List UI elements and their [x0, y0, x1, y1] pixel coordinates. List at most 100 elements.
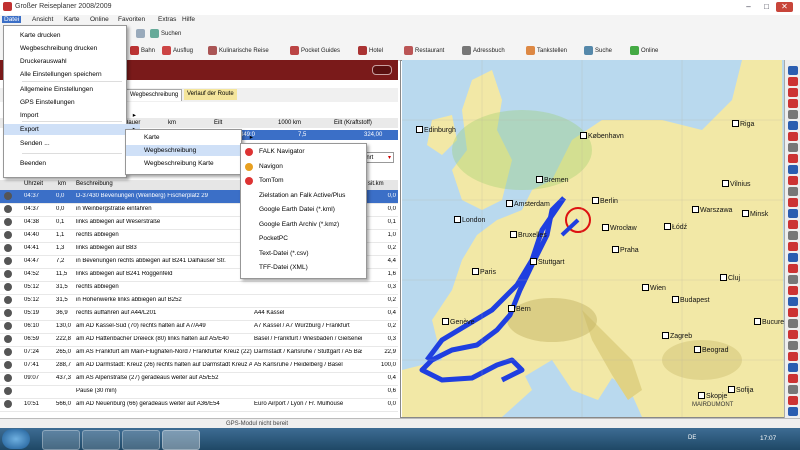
tb-adressbuch[interactable]: Adressbuch [462, 45, 505, 56]
map-tool-icon[interactable] [788, 264, 798, 273]
map-tool-icon[interactable] [788, 308, 798, 317]
tb-kulinarisch[interactable]: Kulinarische Reise [208, 45, 269, 56]
export-menu-item[interactable]: Karte ▸ [126, 132, 257, 143]
export-format-item[interactable]: PocketPC [241, 233, 382, 244]
table-row[interactable]: 05:12 31,5 rechts abbiegen 0,3 [0, 281, 398, 295]
export-format-item[interactable]: Google Earth Datei (*.kml) [241, 204, 382, 215]
datei-menu-item[interactable]: Wegbeschreibung drucken [4, 43, 140, 54]
tb-pocket-guides[interactable]: Pocket Guides [290, 45, 340, 56]
map-tool-icon[interactable] [788, 319, 798, 328]
datei-menu-item[interactable]: Allgemeine Einstellungen [4, 84, 140, 95]
city-label[interactable]: Vilnius [722, 180, 751, 188]
map-tool-icon[interactable] [788, 275, 798, 284]
language-indicator[interactable]: DE [688, 435, 696, 441]
city-label[interactable]: Minsk [742, 210, 768, 218]
menu-favoriten[interactable]: Favoriten [118, 16, 145, 23]
task-ie[interactable] [42, 430, 80, 450]
city-label[interactable]: Budapest [672, 296, 710, 304]
menu-extras[interactable]: Extras [158, 16, 176, 23]
export-format-item[interactable]: Text-Datei (*.csv) [241, 248, 382, 259]
city-label[interactable]: Łódź [664, 223, 687, 231]
map-tool-icon[interactable] [788, 330, 798, 339]
city-label[interactable]: Beograd [694, 346, 728, 354]
clock[interactable]: 17:07 [760, 435, 776, 442]
city-label[interactable]: Wien [642, 284, 666, 292]
map-tool-icon[interactable] [788, 187, 798, 196]
export-format-item[interactable]: FALK Navigator [241, 146, 382, 157]
city-label[interactable]: Amsterdam [506, 200, 550, 208]
map-tool-icon[interactable] [788, 165, 798, 174]
city-label[interactable]: Praha [612, 246, 639, 254]
datei-menu-item[interactable]: Beenden [4, 158, 140, 169]
city-label[interactable]: Bremen [536, 176, 569, 184]
map-tool-icon[interactable] [788, 66, 798, 75]
close-button[interactable]: ✕ [776, 2, 793, 12]
table-row[interactable]: 05:19 36,9 rechts auffahren auf A44/L201 A4… [0, 307, 398, 321]
tb-suche[interactable]: Suche [584, 45, 612, 56]
menu-datei[interactable]: Datei [2, 16, 22, 23]
menu-karte[interactable]: Karte [64, 16, 80, 23]
start-button[interactable] [2, 429, 30, 449]
map-tool-icon[interactable] [788, 132, 798, 141]
maximize-button[interactable]: □ [758, 2, 775, 12]
city-label[interactable]: Paris [472, 268, 496, 276]
tb-hotel[interactable]: Hotel [358, 45, 383, 56]
task-explorer[interactable] [82, 430, 120, 450]
tb-online[interactable]: Online [630, 45, 658, 56]
city-label[interactable]: Riga [732, 120, 754, 128]
city-label[interactable]: Bruxelles [510, 231, 547, 239]
datei-menu-item[interactable]: GPS Einstellungen [4, 97, 140, 108]
map-tool-icon[interactable] [788, 231, 798, 240]
city-label[interactable]: Sofija [728, 386, 754, 394]
table-row[interactable]: Pause (30 min) 0,6 [0, 385, 398, 399]
table-row[interactable]: 06:10 130,0 am AD Kassel-Süd (70) rechts h… [0, 320, 398, 334]
summary-row[interactable]: 349:0 7,5 324,00 [236, 130, 398, 140]
map-tool-icon[interactable] [788, 176, 798, 185]
collapse-toggle[interactable] [372, 65, 392, 75]
city-label[interactable]: Bern [508, 305, 531, 313]
city-label[interactable]: Genève [442, 318, 475, 326]
map-tool-icon[interactable] [788, 110, 798, 119]
map-tool-icon[interactable] [788, 88, 798, 97]
map-tool-icon[interactable] [788, 121, 798, 130]
city-label[interactable]: Wrocław [602, 224, 637, 232]
task-reiseplaner[interactable] [162, 430, 200, 450]
map-tool-icon[interactable] [788, 209, 798, 218]
tb-restaurant[interactable]: Restaurant [404, 45, 444, 56]
map-tool-icon[interactable] [788, 253, 798, 262]
tab-verlauf[interactable]: Verlauf der Route [184, 89, 237, 100]
table-row[interactable]: 09:07 437,3 am AS Alpenstraße (27) geradea… [0, 372, 398, 386]
tb-ausflug[interactable]: Ausflug [162, 45, 193, 56]
menu-online[interactable]: Online [90, 16, 109, 23]
map-tool-icon[interactable] [788, 363, 798, 372]
city-label[interactable]: Zagreb [662, 332, 692, 340]
map-tool-icon[interactable] [788, 407, 798, 416]
datei-menu-item[interactable]: Karte drucken [4, 30, 140, 41]
map-tool-icon[interactable] [788, 286, 798, 295]
task-firefox[interactable] [122, 430, 160, 450]
export-menu-item[interactable]: Wegbeschreibung Karte▸ [126, 158, 257, 169]
map-tool-icon[interactable] [788, 220, 798, 229]
city-label[interactable]: London [454, 216, 485, 224]
map-tool-icon[interactable] [788, 99, 798, 108]
export-format-item[interactable]: TFF-Datei (XML) [241, 262, 382, 273]
map-tool-icon[interactable] [788, 198, 798, 207]
map-tool-icon[interactable] [788, 143, 798, 152]
datei-menu-item[interactable]: Import ▸ [4, 110, 140, 121]
table-row[interactable]: 07:24 265,0 am AS Frankfurt am Main-Flugha… [0, 346, 398, 360]
city-label[interactable]: Edinburgh [416, 126, 456, 134]
city-label[interactable]: Stuttgart [530, 258, 564, 266]
city-label[interactable]: København [580, 132, 624, 140]
table-row[interactable]: 07:41 288,7 am AD Darmstadt: Kreuz (26) re… [0, 359, 398, 373]
search-button[interactable]: Suchen [150, 28, 181, 39]
map-tool-icon[interactable] [788, 154, 798, 163]
city-label[interactable]: Warszawa [692, 206, 732, 214]
export-format-item[interactable]: Google Earth Archiv (*.kmz) [241, 219, 382, 230]
datei-menu-item[interactable]: Senden ...▸ [4, 138, 140, 149]
map-tool-icon[interactable] [788, 374, 798, 383]
map-tool-icon[interactable] [788, 297, 798, 306]
map-tool-icon[interactable] [788, 396, 798, 405]
table-row[interactable]: 10:51 566,0 am AD Neuenburg (66) geradeaus… [0, 398, 398, 412]
city-label[interactable]: Skopje [698, 392, 727, 400]
export-format-item[interactable]: Navigon [241, 161, 382, 172]
